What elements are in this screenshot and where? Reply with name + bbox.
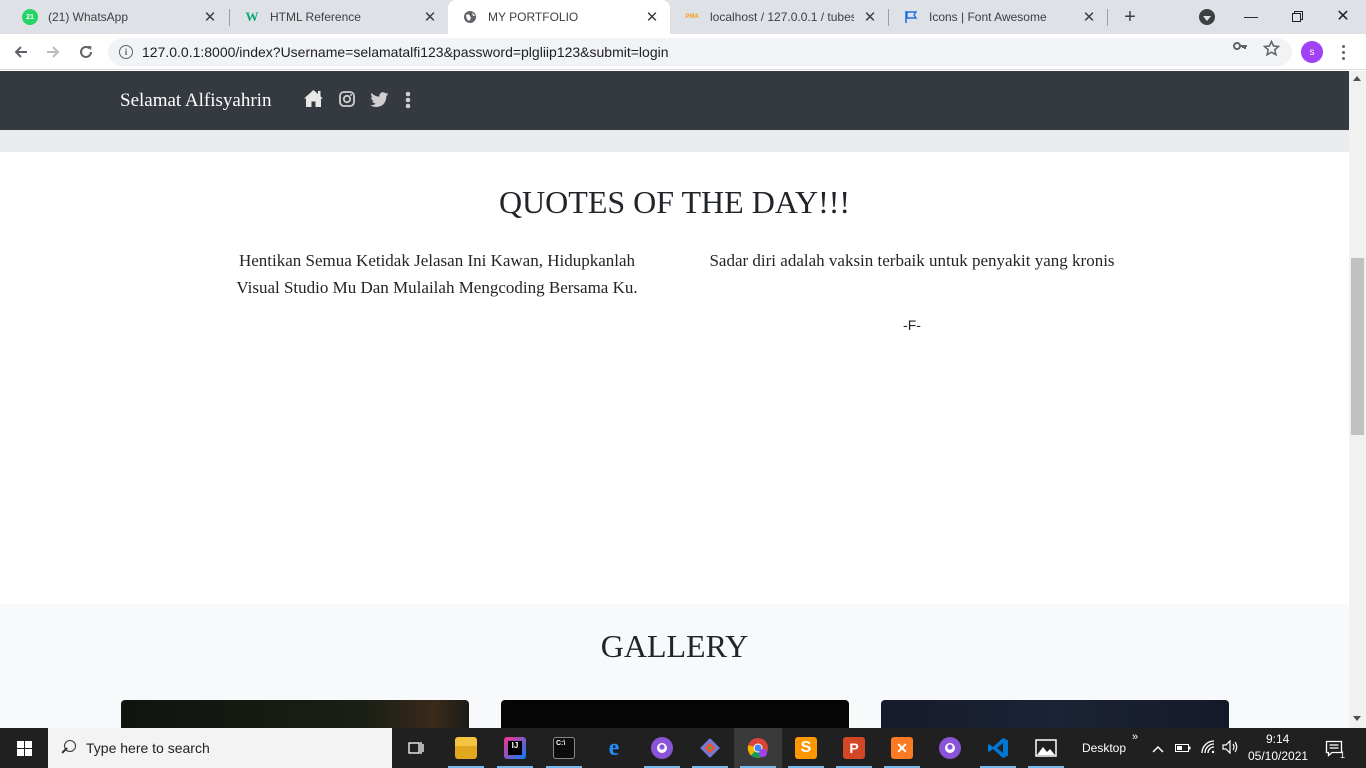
home-icon[interactable] [303, 89, 324, 113]
clock-date[interactable]: 05/10/2021 [1248, 749, 1308, 763]
github-desktop-icon[interactable] [638, 728, 686, 768]
show-hidden-icons-icon[interactable] [1152, 741, 1164, 756]
site-brand[interactable]: Selamat Alfisyahrin [120, 90, 271, 112]
close-tab-icon[interactable]: ✕ [1079, 7, 1099, 27]
powerpoint-icon[interactable]: P [830, 728, 878, 768]
page-viewport: Selamat Alfisyahrin QUOTES OF THE DAY!!!… [0, 71, 1349, 728]
file-explorer-icon[interactable] [442, 728, 490, 768]
minimize-button[interactable]: — [1228, 0, 1274, 32]
tab-title: MY PORTFOLIO [488, 10, 579, 24]
xampp-icon[interactable]: ✕ [878, 728, 926, 768]
tab-phpmyadmin[interactable]: PMA localhost / 127.0.0.1 / tubes / ✕ [670, 0, 888, 34]
more-icon[interactable] [405, 91, 411, 114]
windows-logo-icon [16, 740, 32, 756]
scroll-up-icon[interactable] [1353, 76, 1361, 81]
tab-title: HTML Reference [270, 10, 361, 24]
browser-menu-icon[interactable] [1336, 40, 1350, 64]
tab-html-reference[interactable]: W HTML Reference ✕ [230, 0, 448, 34]
gallery-image[interactable] [501, 700, 849, 728]
tab-search-icon[interactable] [1199, 9, 1215, 25]
close-tab-icon[interactable]: ✕ [642, 7, 662, 27]
twitter-icon[interactable] [370, 92, 389, 113]
tab-separator [1107, 9, 1108, 26]
header-band [0, 130, 1349, 152]
gallery-title: GALLERY [600, 628, 749, 664]
new-tab-button[interactable]: + [1118, 5, 1142, 29]
gallery-image[interactable] [881, 700, 1229, 728]
page-scrollbar[interactable] [1349, 71, 1366, 728]
gallery-section: GALLERY [0, 604, 1349, 728]
whatsapp-icon: 21 [22, 9, 38, 25]
bookmark-star-icon[interactable] [1262, 39, 1281, 61]
tab-font-awesome[interactable]: Icons | Font Awesome ✕ [889, 0, 1107, 34]
desktop-toolbar-label[interactable]: Desktop [1082, 741, 1126, 755]
quotes-title: QUOTES OF THE DAY!!! [498, 184, 851, 220]
sublime-icon[interactable]: S [782, 728, 830, 768]
edge-icon[interactable]: e [590, 728, 638, 768]
taskbar-search[interactable] [48, 728, 392, 768]
restore-button[interactable] [1274, 0, 1320, 32]
quote-right: Sadar diri adalah vaksin terbaik untuk p… [709, 251, 1115, 270]
github-desktop-icon[interactable] [926, 728, 974, 768]
tab-strip: 21 (21) WhatsApp ✕ W HTML Reference ✕ MY… [0, 0, 1366, 34]
volume-icon[interactable] [1222, 739, 1240, 757]
site-info-icon[interactable]: i [119, 45, 133, 59]
scroll-down-icon[interactable] [1353, 716, 1361, 721]
tab-my-portfolio[interactable]: MY PORTFOLIO ✕ [448, 0, 670, 34]
windows-taskbar: IJ C:\ e S P ✕ [0, 728, 1366, 768]
close-window-button[interactable]: ✕ [1320, 0, 1366, 32]
notification-count: 1 [1340, 750, 1346, 760]
search-input[interactable] [86, 740, 366, 756]
profile-avatar[interactable]: s [1301, 41, 1323, 63]
tab-whatsapp[interactable]: 21 (21) WhatsApp ✕ [8, 0, 228, 34]
reload-button[interactable] [72, 38, 100, 66]
globe-icon [462, 9, 478, 25]
browser-toolbar: i 127.0.0.1:8000/index?Username=selamata… [0, 34, 1366, 70]
toolbar-expand-icon[interactable]: » [1132, 731, 1138, 743]
password-key-icon[interactable] [1232, 38, 1248, 58]
vscode-icon[interactable] [974, 728, 1022, 768]
back-button[interactable] [7, 38, 35, 66]
tab-title: (21) WhatsApp [48, 10, 129, 24]
forward-button[interactable] [39, 38, 67, 66]
scroll-thumb[interactable] [1351, 258, 1364, 435]
photos-icon[interactable] [1022, 728, 1070, 768]
phpmyadmin-icon: PMA [685, 14, 699, 20]
tab-title: localhost / 127.0.0.1 / tubes / [710, 10, 854, 24]
close-tab-icon[interactable]: ✕ [200, 7, 220, 27]
quote-left: Hentikan Semua Ketidak Jelasan Ini Kawan… [236, 251, 638, 297]
battery-icon[interactable] [1175, 741, 1191, 756]
intellij-icon[interactable]: IJ [491, 728, 539, 768]
flag-icon [903, 9, 919, 25]
address-bar[interactable]: i 127.0.0.1:8000/index?Username=selamata… [108, 38, 1292, 66]
tab-title: Icons | Font Awesome [929, 10, 1047, 24]
close-tab-icon[interactable]: ✕ [860, 7, 880, 27]
gallery-image[interactable] [121, 700, 469, 728]
quote-author: -F- [903, 317, 921, 333]
git-icon[interactable] [686, 728, 734, 768]
close-tab-icon[interactable]: ✕ [420, 7, 440, 27]
clock-time[interactable]: 9:14 [1266, 732, 1289, 746]
site-navbar: Selamat Alfisyahrin [0, 71, 1349, 130]
w3-icon: W [245, 9, 259, 24]
instagram-icon[interactable] [339, 91, 355, 112]
wifi-icon[interactable] [1200, 740, 1216, 757]
start-button[interactable] [0, 728, 48, 768]
search-icon [60, 740, 76, 756]
task-view-icon[interactable] [392, 728, 440, 768]
terminal-icon[interactable]: C:\ [540, 728, 588, 768]
chrome-icon[interactable] [734, 728, 782, 768]
url-text[interactable]: 127.0.0.1:8000/index?Username=selamatalf… [142, 44, 669, 60]
